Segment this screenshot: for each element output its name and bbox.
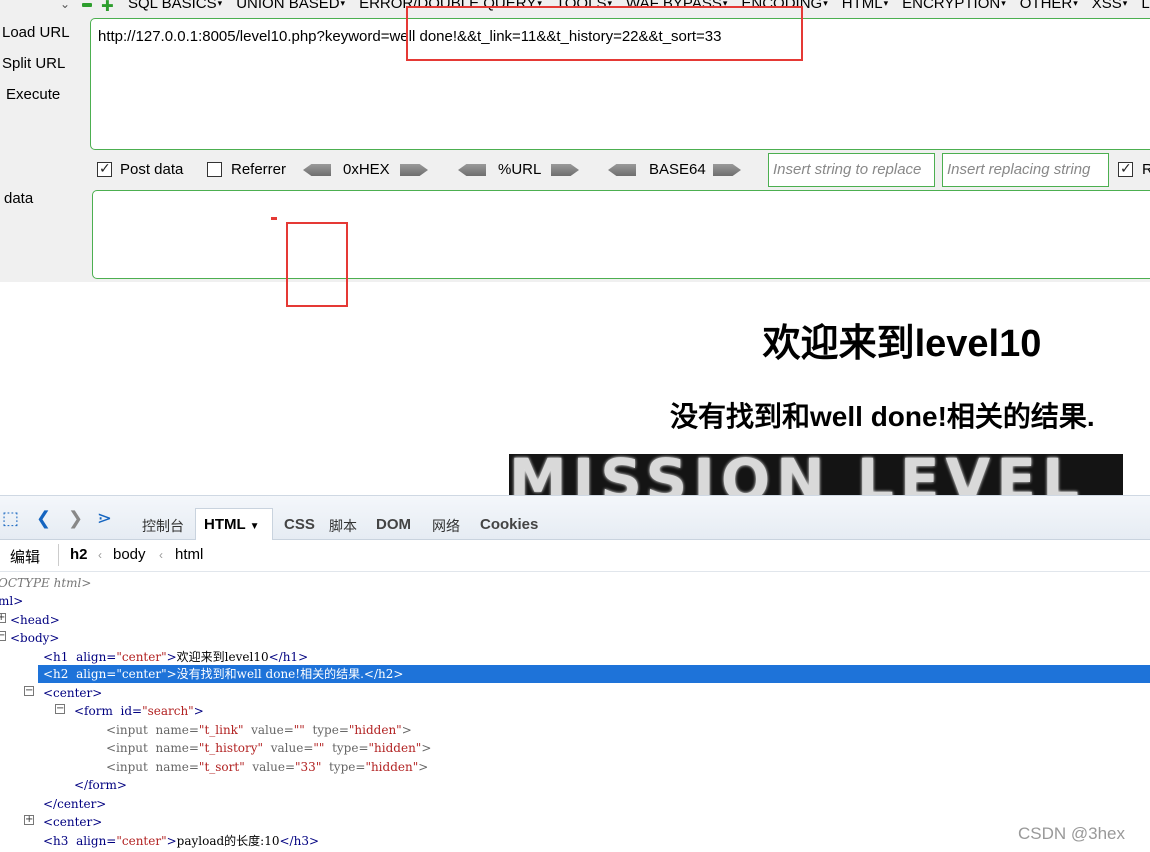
url-input[interactable]: http://127.0.0.1:8005/level10.php?keywor… (90, 18, 1150, 150)
chevron-down-icon: ▼ (249, 521, 260, 532)
tab-html-label: HTML (204, 516, 246, 533)
referrer-checkbox[interactable] (207, 162, 222, 177)
url-text: http://127.0.0.1:8005/level10.php?keywor… (98, 28, 722, 45)
hex-label: 0xHEX (343, 161, 390, 178)
collapse-icon[interactable]: − (24, 686, 34, 696)
tab-cookies[interactable]: Cookies (480, 516, 538, 533)
tree-h1[interactable]: <h1 align="center">欢迎来到level10</h1> (43, 648, 1150, 666)
url-label: %URL (498, 161, 542, 178)
tree-h3[interactable]: <h3 align="center">payload的长度:10</h3> (43, 832, 1150, 850)
hackbar-panel: ⌄ ✚ SQL BASICS UNION BASED ERROR/DOUBLE QU… (0, 0, 1150, 282)
tree-head[interactable]: <head> (10, 611, 1150, 629)
tree-doctype: OCTYPE html> (0, 576, 92, 590)
tree-center-close[interactable]: </center> (43, 795, 1150, 813)
menu-item-other[interactable]: OTHER (1020, 0, 1078, 12)
hackbar-menu: ⌄ ✚ SQL BASICS UNION BASED ERROR/DOUBLE QU… (0, 0, 1150, 15)
divider (58, 544, 59, 566)
minus-icon[interactable] (82, 3, 92, 7)
load-url-button[interactable]: Load URL (2, 24, 70, 41)
replace-all-checkbox[interactable] (1118, 160, 1133, 177)
base64-label: BASE64 (649, 161, 706, 178)
collapse-icon[interactable]: − (55, 704, 65, 714)
tab-network[interactable]: 网络 (432, 516, 460, 536)
tree-form-close[interactable]: </form> (74, 776, 1150, 794)
menu-item-encoding[interactable]: ENCODING (741, 0, 827, 12)
step-icon[interactable]: ⋗ (97, 508, 112, 529)
chevron-down-icon[interactable]: ⌄ (60, 0, 70, 11)
post-data-input[interactable] (92, 190, 1150, 279)
tree-center[interactable]: <center> (43, 684, 1150, 702)
web-page: 欢迎来到level10 没有找到和well done!相关的结果. MISSIO… (0, 282, 1150, 495)
hex-decode-arrow-icon[interactable] (303, 164, 331, 176)
referrer-label: Referrer (231, 161, 287, 178)
post-data-checkbox[interactable] (97, 160, 112, 177)
tab-dom[interactable]: DOM (376, 516, 411, 533)
collapse-icon[interactable]: − (0, 631, 6, 641)
tree-input-t-link[interactable]: <input name="t_link" value="" type="hidd… (106, 721, 1150, 739)
breadcrumb-item-html[interactable]: html (175, 546, 203, 563)
replacing-string-input[interactable]: Insert replacing string (942, 153, 1109, 187)
chevron-left-icon: ‹ (159, 548, 163, 562)
tab-css[interactable]: CSS (284, 516, 315, 533)
menu-item-xss[interactable]: XSS (1092, 0, 1128, 12)
page-result-message: 没有找到和well done!相关的结果. (670, 401, 1095, 432)
back-icon[interactable]: ❮ (36, 508, 51, 529)
breadcrumb-item-h2[interactable]: h2 (70, 546, 88, 563)
tab-script[interactable]: 脚本 (329, 516, 357, 536)
url-encode-arrow-icon[interactable] (551, 164, 579, 176)
page-heading: 欢迎来到level10 (762, 323, 1042, 365)
edit-button[interactable]: 编辑 (10, 546, 40, 567)
menu-item-tools[interactable]: TOOLS (556, 0, 612, 12)
watermark: CSDN @3hex (1018, 824, 1126, 843)
chevron-left-icon: ‹ (98, 548, 102, 562)
base64-decode-arrow-icon[interactable] (608, 164, 636, 176)
expand-icon[interactable]: + (24, 815, 34, 825)
html-tree: OCTYPE html> ml> + <head> − <body> <h1 a… (0, 572, 1150, 852)
tree-input-t-history[interactable]: <input name="t_history" value="" type="h… (106, 739, 1150, 757)
hex-encode-arrow-icon[interactable] (400, 164, 428, 176)
plus-icon[interactable]: ✚ (101, 0, 114, 15)
menu-item-sql-basics[interactable]: SQL BASICS (128, 0, 222, 12)
menu-item-union-based[interactable]: UNION BASED (236, 0, 345, 12)
tree-center-2[interactable]: <center> (43, 813, 1150, 831)
devtools-toolbar: ⬚ ❮ ❯ ⋗ 控制台 HTML ▼ CSS 脚本 DOM 网络 Cookies (0, 496, 1150, 540)
annotation-mark (271, 217, 277, 220)
tree-h2-selected[interactable]: <h2 align="center">没有找到和well done!相关的结果.… (38, 665, 1150, 683)
post-data-field-label: data (4, 190, 34, 207)
split-url-button[interactable]: Split URL (2, 55, 65, 72)
options-row: Post data Referrer 0xHEX %URL BASE64 Ins… (0, 153, 1150, 187)
forward-icon[interactable]: ❯ (68, 508, 83, 529)
expand-icon[interactable]: + (0, 613, 6, 623)
menu-item-lfi[interactable]: LFI (1141, 0, 1150, 12)
menu-item-html[interactable]: HTML (842, 0, 888, 12)
breadcrumb: 编辑 h2 ‹ body ‹ html (0, 540, 1150, 572)
base64-encode-arrow-icon[interactable] (713, 164, 741, 176)
menu-items: SQL BASICS UNION BASED ERROR/DOUBLE QUERY T… (128, 0, 1150, 12)
menu-item-encryption[interactable]: ENCRYPTION (902, 0, 1006, 12)
tab-html[interactable]: HTML ▼ (195, 508, 273, 540)
menu-item-waf-bypass[interactable]: WAF BYPASS (626, 0, 727, 12)
mission-level-image: MISSION LEVEL (509, 454, 1123, 495)
breadcrumb-item-body[interactable]: body (113, 546, 146, 563)
tree-input-t-sort[interactable]: <input name="t_sort" value="33" type="hi… (106, 758, 1150, 776)
inspect-icon[interactable]: ⬚ (2, 508, 19, 529)
tree-body[interactable]: <body> (10, 629, 1150, 647)
url-decode-arrow-icon[interactable] (458, 164, 486, 176)
replace-all-label: R (1142, 161, 1150, 178)
devtools-panel: ⬚ ❮ ❯ ⋗ 控制台 HTML ▼ CSS 脚本 DOM 网络 Cookies… (0, 495, 1150, 852)
post-data-label: Post data (120, 161, 184, 178)
tree-html[interactable]: ml> (0, 592, 1148, 610)
tree-form[interactable]: <form id="search"> (74, 702, 1150, 720)
replace-string-input[interactable]: Insert string to replace (768, 153, 935, 187)
menu-item-error-double-query[interactable]: ERROR/DOUBLE QUERY (359, 0, 542, 12)
execute-button[interactable]: Execute (6, 86, 60, 103)
tab-console[interactable]: 控制台 (142, 516, 184, 536)
